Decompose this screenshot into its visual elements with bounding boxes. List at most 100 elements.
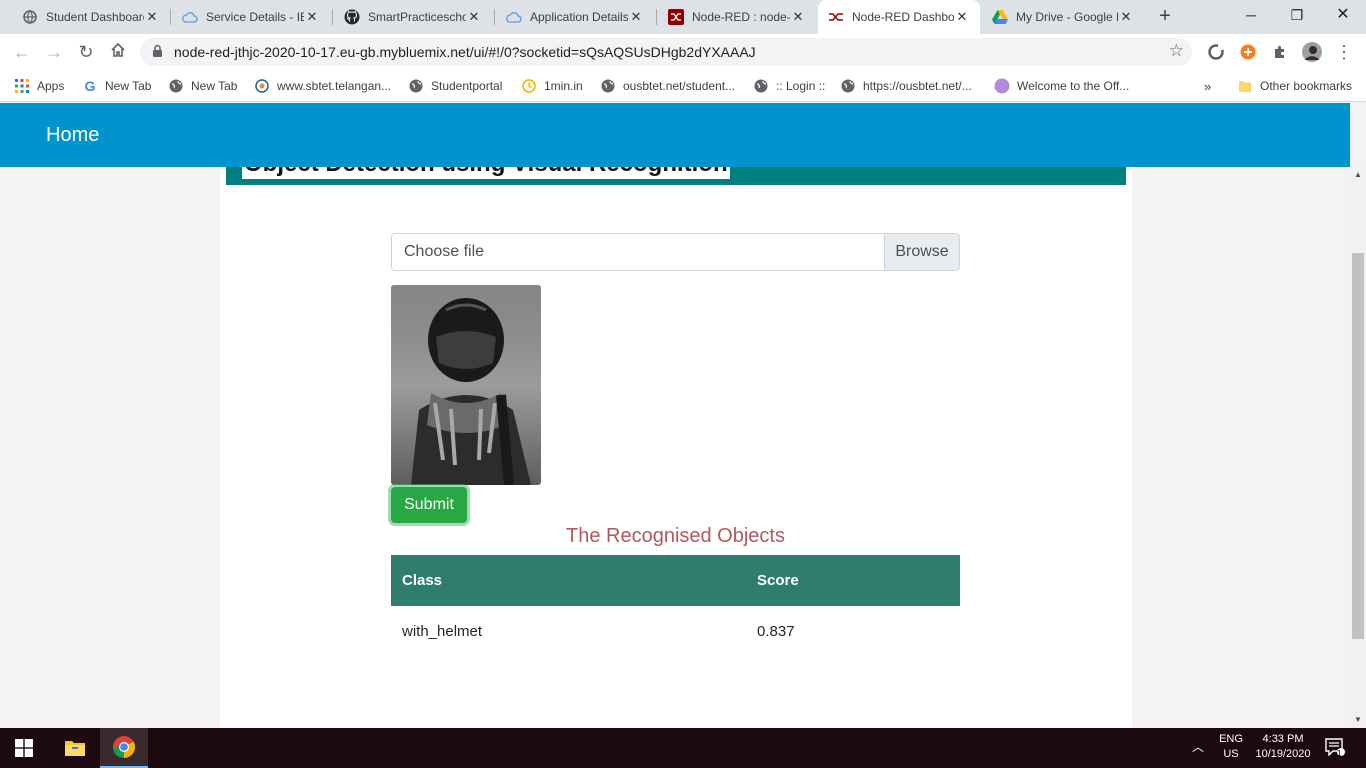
tab-google-drive[interactable]: My Drive - Google Drive ✕ <box>982 0 1144 34</box>
tab-title: Student Dashboard <box>46 10 144 24</box>
file-chooser[interactable]: Choose file Browse <box>391 233 960 271</box>
tab-student-dashboard[interactable]: Student Dashboard ✕ <box>12 0 170 34</box>
bookmark-label: New Tab <box>191 79 238 93</box>
github-icon <box>344 9 360 25</box>
tab-separator <box>494 9 495 25</box>
submit-button[interactable]: Submit <box>391 487 467 523</box>
other-bookmarks[interactable]: Other bookmarks <box>1237 76 1352 96</box>
bookmark-ousbtet[interactable]: https://ousbtet.net/... <box>840 76 972 96</box>
language-indicator[interactable]: ENG US <box>1214 732 1248 762</box>
tab-title: SmartPracticeschool <box>368 10 466 24</box>
address-bar[interactable]: node-red-jthjc-2020-10-17.eu-gb.mybluemi… <box>140 38 1192 66</box>
tab-title: My Drive - Google Drive <box>1016 10 1118 24</box>
extension-orange-icon[interactable] <box>1238 42 1258 62</box>
bookmark-label: Welcome to the Off... <box>1017 79 1130 93</box>
tab-separator <box>656 9 657 25</box>
bookmark-star-icon[interactable]: ☆ <box>1169 41 1184 61</box>
chrome-taskbar-icon[interactable] <box>100 728 148 768</box>
browse-button[interactable]: Browse <box>884 234 959 270</box>
close-icon[interactable]: ✕ <box>790 9 806 25</box>
bookmark-label: Studentportal <box>431 79 503 93</box>
language-code: ENG <box>1219 733 1243 745</box>
extension-refresh-icon[interactable] <box>1206 42 1226 62</box>
scroll-up-arrow-icon[interactable]: ▲ <box>1350 167 1366 183</box>
tab-node-red-editor[interactable]: Node-RED : node-red ✕ <box>658 0 816 34</box>
google-icon: G <box>84 78 96 94</box>
close-window-icon[interactable]: ✕ <box>1320 0 1366 32</box>
bookmark-new-tab-google[interactable]: G New Tab <box>82 76 152 96</box>
new-tab-plus-icon[interactable]: + <box>1154 5 1176 27</box>
profile-avatar[interactable] <box>1302 42 1322 62</box>
other-bookmarks-label: Other bookmarks <box>1260 79 1353 93</box>
bookmark-login[interactable]: :: Login :: <box>753 76 825 96</box>
bookmark-sbtet[interactable]: www.sbtet.telangan... <box>254 76 391 96</box>
notification-center-icon[interactable]: 1 <box>1322 738 1348 761</box>
close-icon[interactable]: ✕ <box>1118 9 1134 25</box>
bookmark-label: https://ousbtet.net/... <box>863 79 972 93</box>
tab-node-red-dashboard[interactable]: Node-RED Dashboard ✕ <box>818 0 980 34</box>
folder-icon <box>1237 78 1253 94</box>
bookmarks-overflow-chevron[interactable]: » <box>1204 76 1211 96</box>
page-title: Home <box>46 124 100 146</box>
table-row: with_helmet 0.837 <box>391 606 960 656</box>
close-icon[interactable]: ✕ <box>466 9 482 25</box>
keyboard-layout: US <box>1223 748 1239 760</box>
forward-arrow-icon[interactable]: → <box>42 40 66 64</box>
node-red-icon <box>668 9 684 25</box>
globe-icon <box>408 78 424 94</box>
tab-service-details[interactable]: Service Details - IBM ✕ <box>172 0 330 34</box>
bookmark-1min[interactable]: 1min.in <box>521 76 583 96</box>
restore-icon[interactable]: ❐ <box>1274 0 1320 32</box>
tab-separator <box>332 9 333 25</box>
tab-title: Application Details <box>530 10 628 24</box>
seal-icon <box>254 78 270 94</box>
close-icon[interactable]: ✕ <box>954 9 970 25</box>
scrollbar-thumb[interactable] <box>1352 253 1364 639</box>
results-title: The Recognised Objects <box>565 525 785 547</box>
menu-kebab-icon[interactable]: ⋮ <box>1334 42 1354 62</box>
results-table: Class Score with_helmet 0.837 <box>391 555 960 656</box>
bookmark-label: :: Login :: <box>776 79 826 93</box>
bookmark-studentportal[interactable]: Studentportal <box>408 76 502 96</box>
globe-icon <box>22 9 38 25</box>
bookmark-apps[interactable]: Apps <box>14 76 64 96</box>
clock-date: 10/19/2020 <box>1255 748 1311 760</box>
dashboard-header: Home <box>0 103 1350 167</box>
bookmark-new-tab[interactable]: New Tab <box>168 76 237 96</box>
clock[interactable]: 4:33 PM 10/19/2020 <box>1248 732 1318 762</box>
class-cell: with_helmet <box>402 622 483 640</box>
apps-grid-icon <box>14 78 30 94</box>
bookmark-label: Apps <box>37 79 65 93</box>
scroll-down-arrow-icon[interactable]: ▼ <box>1350 712 1366 728</box>
puzzle-extensions-icon[interactable] <box>1270 42 1290 62</box>
tab-title: Node-RED Dashboard <box>852 10 954 24</box>
tab-application-details[interactable]: Application Details ✕ <box>496 0 654 34</box>
close-icon[interactable]: ✕ <box>628 9 644 25</box>
close-icon[interactable]: ✕ <box>144 9 160 25</box>
windows-start-icon[interactable] <box>0 728 48 768</box>
close-icon[interactable]: ✕ <box>304 9 320 25</box>
clock-icon <box>521 78 537 94</box>
purple-circle-icon <box>994 78 1010 94</box>
browser-toolbar: ← → ↻ node-red-jthjc-2020-10-17.eu-gb.my… <box>0 34 1366 70</box>
windows-taskbar: ︿ ENG US 4:33 PM 10/19/2020 1 <box>0 728 1366 768</box>
node-red-icon <box>828 9 844 25</box>
globe-icon <box>600 78 616 94</box>
tab-smartpracticeschool[interactable]: SmartPracticeschool ✕ <box>334 0 492 34</box>
home-icon[interactable] <box>106 40 130 64</box>
clock-time: 4:33 PM <box>1262 733 1304 745</box>
bookmark-welcome-office[interactable]: Welcome to the Off... <box>994 76 1129 96</box>
minimize-icon[interactable]: ─ <box>1228 0 1274 32</box>
page-scrollbar[interactable]: ▲ ▼ <box>1350 167 1366 728</box>
tab-separator <box>170 9 171 25</box>
back-arrow-icon[interactable]: ← <box>10 40 34 64</box>
tab-strip: Student Dashboard ✕ Service Details - IB… <box>0 0 1366 34</box>
tray-chevron-up-icon[interactable]: ︿ <box>1192 740 1204 755</box>
reload-icon[interactable]: ↻ <box>74 40 98 64</box>
bookmark-ousbtet-student[interactable]: ousbtet.net/student... <box>600 76 735 96</box>
file-explorer-icon[interactable] <box>51 728 99 768</box>
google-drive-icon <box>992 9 1008 25</box>
globe-icon <box>840 78 856 94</box>
bookmark-label: 1min.in <box>544 79 583 93</box>
table-header-row: Class Score <box>391 555 960 606</box>
